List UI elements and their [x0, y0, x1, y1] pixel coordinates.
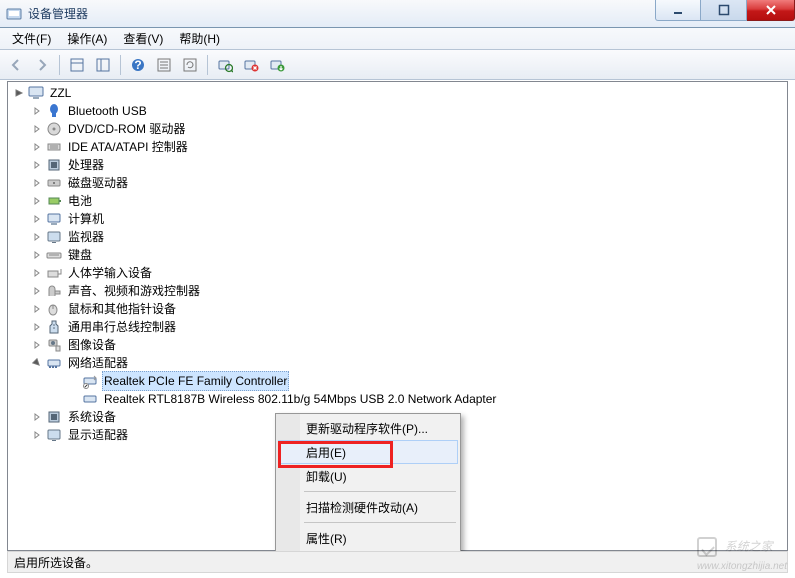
- ctx-enable[interactable]: 启用(E): [278, 440, 458, 464]
- tree-category-network[interactable]: 网络适配器: [30, 354, 787, 372]
- tree-category[interactable]: Bluetooth USB: [30, 102, 787, 120]
- forward-button[interactable]: [30, 53, 54, 77]
- maximize-button[interactable]: [701, 0, 747, 21]
- statusbar-text: 启用所选设备。: [14, 554, 98, 571]
- category-label: 磁盘驱动器: [66, 174, 130, 192]
- tree-category[interactable]: DVD/CD-ROM 驱动器: [30, 120, 787, 138]
- menu-action[interactable]: 操作(A): [59, 28, 115, 49]
- app-icon: [6, 6, 22, 22]
- tree-category[interactable]: 处理器: [30, 156, 787, 174]
- toolbar: ?: [0, 50, 795, 80]
- minimize-button[interactable]: [655, 0, 701, 21]
- category-icon: [46, 175, 62, 191]
- category-icon: [46, 247, 62, 263]
- category-label: 计算机: [66, 210, 106, 228]
- ctx-update-driver[interactable]: 更新驱动程序软件(P)...: [278, 416, 458, 440]
- device-label: Realtek RTL8187B Wireless 802.11b/g 54Mb…: [102, 390, 498, 408]
- menu-file[interactable]: 文件(F): [4, 28, 59, 49]
- category-icon: [46, 319, 62, 335]
- toolbar-uninstall-button[interactable]: [239, 53, 263, 77]
- category-icon: [46, 301, 62, 317]
- category-icon: [46, 427, 62, 443]
- category-label: 通用串行总线控制器: [66, 318, 178, 336]
- category-icon: [46, 409, 62, 425]
- tree-device-nic1[interactable]: Realtek RTL8187B Wireless 802.11b/g 54Mb…: [66, 390, 787, 408]
- tree-category[interactable]: 计算机: [30, 210, 787, 228]
- tree-device-nic0[interactable]: Realtek PCIe FE Family Controller: [66, 372, 787, 390]
- close-button[interactable]: [747, 0, 795, 21]
- tree-category[interactable]: 通用串行总线控制器: [30, 318, 787, 336]
- category-label: 声音、视频和游戏控制器: [66, 282, 202, 300]
- help-button[interactable]: ?: [126, 53, 150, 77]
- category-label: 网络适配器: [66, 354, 130, 372]
- category-label: 显示适配器: [66, 426, 130, 444]
- category-label: 电池: [66, 192, 94, 210]
- context-menu-separator: [304, 491, 456, 492]
- toolbar-view1-button[interactable]: [65, 53, 89, 77]
- toolbar-scan-button[interactable]: [213, 53, 237, 77]
- computer-icon: [28, 85, 44, 101]
- category-icon: [46, 283, 62, 299]
- category-icon: [46, 121, 62, 137]
- category-label: Bluetooth USB: [66, 102, 149, 120]
- category-label: 监视器: [66, 228, 106, 246]
- ctx-uninstall[interactable]: 卸载(U): [278, 464, 458, 488]
- nic-icon: [82, 391, 98, 407]
- ctx-properties[interactable]: 属性(R): [278, 526, 458, 550]
- tree-category[interactable]: 监视器: [30, 228, 787, 246]
- category-icon: [46, 265, 62, 281]
- tree-category[interactable]: 磁盘驱动器: [30, 174, 787, 192]
- context-menu-separator: [304, 522, 456, 523]
- toolbar-separator: [120, 55, 121, 75]
- toolbar-separator: [207, 55, 208, 75]
- menu-help[interactable]: 帮助(H): [171, 28, 228, 49]
- device-tree: ZZL Bluetooth USBDVD/CD-ROM 驱动器IDE ATA/A…: [8, 82, 787, 446]
- svg-text:?: ?: [134, 58, 141, 72]
- category-icon: [46, 193, 62, 209]
- category-label: IDE ATA/ATAPI 控制器: [66, 138, 190, 156]
- tree-category[interactable]: 图像设备: [30, 336, 787, 354]
- category-label: 鼠标和其他指针设备: [66, 300, 178, 318]
- device-label: Realtek PCIe FE Family Controller: [102, 371, 289, 391]
- category-label: 图像设备: [66, 336, 118, 354]
- toolbar-enable-button[interactable]: [265, 53, 289, 77]
- tree-category[interactable]: 键盘: [30, 246, 787, 264]
- tree-category[interactable]: 声音、视频和游戏控制器: [30, 282, 787, 300]
- nic-icon: [82, 373, 98, 389]
- tree-category[interactable]: 人体学输入设备: [30, 264, 787, 282]
- context-menu: 更新驱动程序软件(P)... 启用(E) 卸载(U) 扫描检测硬件改动(A) 属…: [275, 413, 461, 553]
- statusbar: 启用所选设备。: [7, 551, 788, 573]
- tree-category[interactable]: 电池: [30, 192, 787, 210]
- toolbar-props-button[interactable]: [152, 53, 176, 77]
- category-icon: [46, 337, 62, 353]
- window-controls: [655, 0, 795, 21]
- category-icon: [46, 157, 62, 173]
- menubar: 文件(F) 操作(A) 查看(V) 帮助(H): [0, 28, 795, 50]
- category-icon: [46, 139, 62, 155]
- ctx-scan-hardware[interactable]: 扫描检测硬件改动(A): [278, 495, 458, 519]
- category-icon: [46, 229, 62, 245]
- tree-root[interactable]: ZZL: [12, 84, 787, 102]
- category-label: 处理器: [66, 156, 106, 174]
- category-label: DVD/CD-ROM 驱动器: [66, 120, 187, 138]
- toolbar-view2-button[interactable]: [91, 53, 115, 77]
- tree-children: Bluetooth USBDVD/CD-ROM 驱动器IDE ATA/ATAPI…: [12, 102, 787, 354]
- tree-category[interactable]: IDE ATA/ATAPI 控制器: [30, 138, 787, 156]
- tree-root-label: ZZL: [48, 84, 73, 102]
- category-icon: [46, 211, 62, 227]
- window-title: 设备管理器: [28, 5, 88, 22]
- category-label: 人体学输入设备: [66, 264, 154, 282]
- menu-view[interactable]: 查看(V): [115, 28, 171, 49]
- network-icon: [46, 355, 62, 371]
- titlebar: 设备管理器: [0, 0, 795, 28]
- category-icon: [46, 103, 62, 119]
- category-label: 系统设备: [66, 408, 118, 426]
- toolbar-separator: [59, 55, 60, 75]
- tree-category[interactable]: 鼠标和其他指针设备: [30, 300, 787, 318]
- back-button[interactable]: [4, 53, 28, 77]
- toolbar-refresh-button[interactable]: [178, 53, 202, 77]
- category-label: 键盘: [66, 246, 94, 264]
